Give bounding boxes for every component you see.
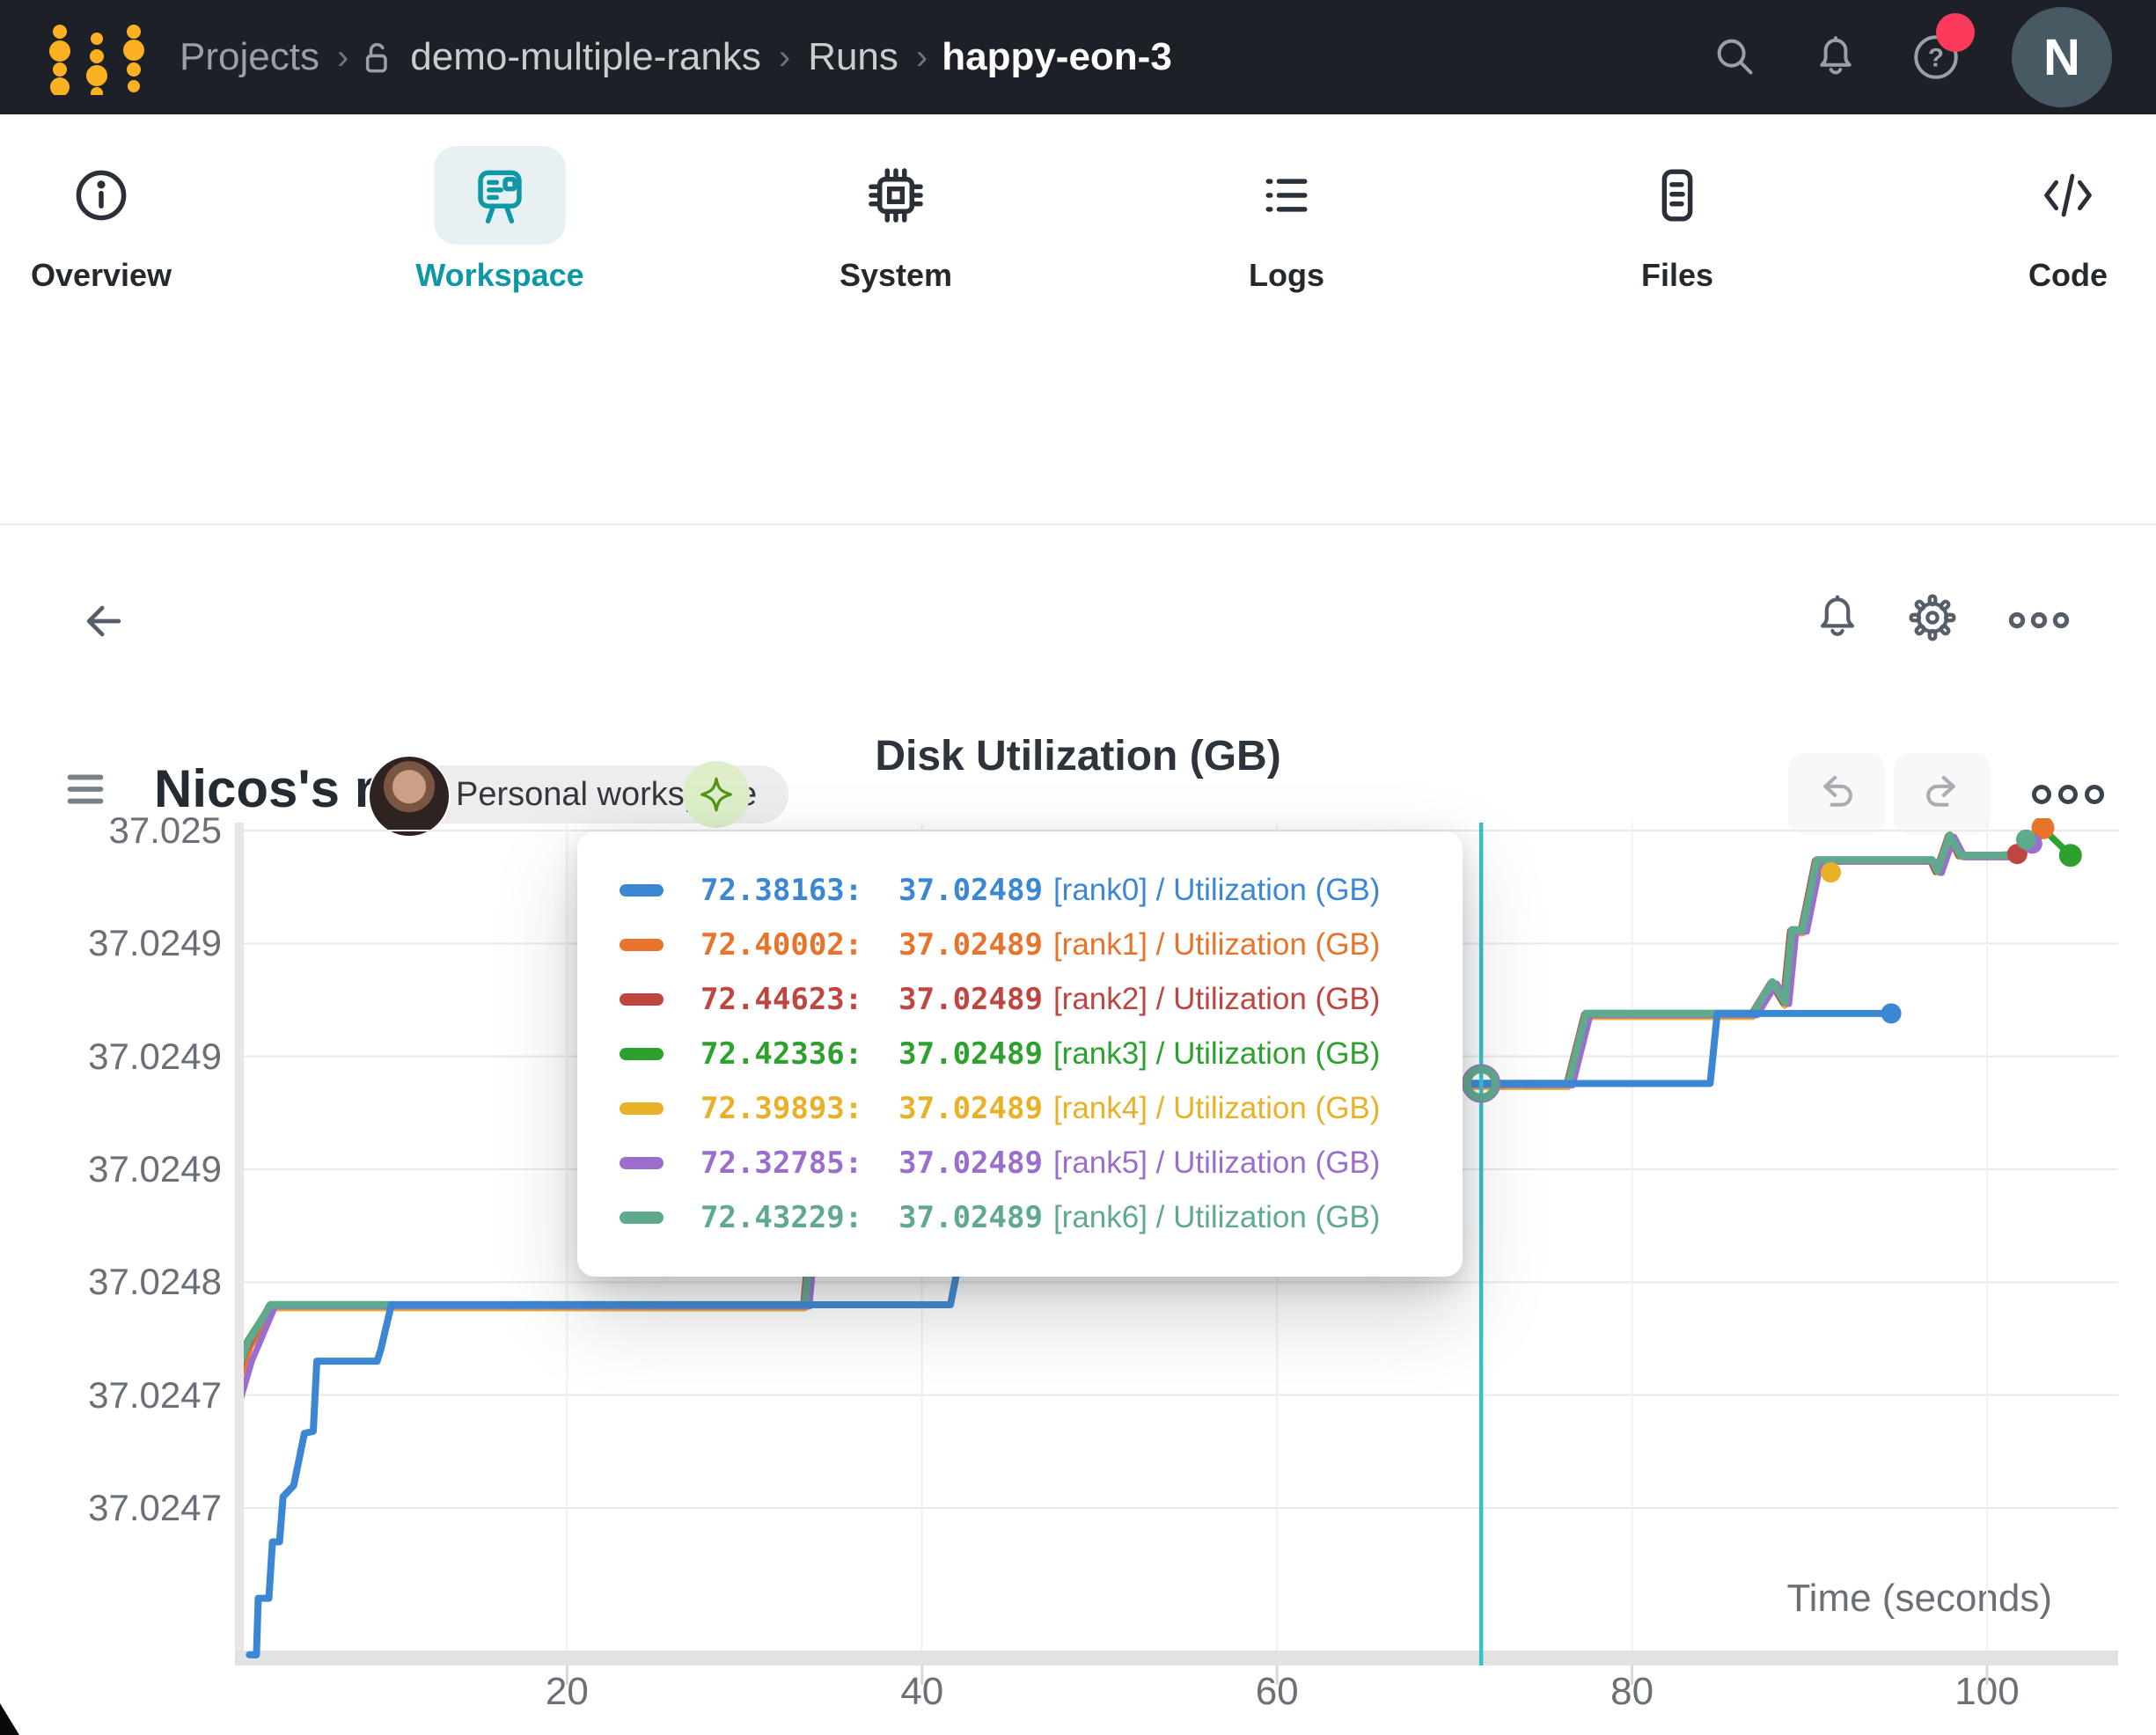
series-swatch-icon (620, 939, 664, 951)
tooltip-row: 72.42336: 37.02489 [rank3] / Utilization … (577, 1027, 1463, 1081)
end-dot-rank0 (1881, 1003, 1902, 1023)
series-swatch-icon (620, 1102, 664, 1115)
app-window: Projects › demo-multiple-ranks › Runs › … (0, 0, 2156, 1735)
x-tick-mark (1276, 1665, 1279, 1685)
tooltip-values: 72.39893: 37.02489 (700, 1091, 1043, 1126)
y-axis-line (235, 823, 244, 1665)
chart-tooltip: 72.38163: 37.02489 [rank0] / Utilization … (577, 831, 1463, 1277)
series-swatch-icon (620, 993, 664, 1006)
x-tick-mark (1986, 1665, 1989, 1685)
end-dot-rank4 (1821, 862, 1841, 882)
tooltip-values: 72.40002: 37.02489 (700, 927, 1043, 963)
x-tick-mark (566, 1665, 568, 1685)
tooltip-row: 72.44623: 37.02489 [rank2] / Utilization … (577, 972, 1463, 1027)
tooltip-series-label: [rank5] / Utilization (GB) (1053, 1146, 1381, 1181)
tooltip-series-label: [rank6] / Utilization (GB) (1053, 1200, 1381, 1235)
tooltip-series-label: [rank4] / Utilization (GB) (1053, 1091, 1381, 1126)
tooltip-row: 72.43229: 37.02489 [rank6] / Utilization … (577, 1190, 1463, 1245)
tooltip-row: 72.39893: 37.02489 [rank4] / Utilization … (577, 1081, 1463, 1136)
series-swatch-icon (620, 1048, 664, 1060)
x-axis-line (235, 1651, 2118, 1665)
x-tick-mark (920, 1665, 923, 1685)
x-tick-mark (1631, 1665, 1633, 1685)
end-dot-rank6 (2016, 830, 2036, 850)
tooltip-row: 72.40002: 37.02489 [rank1] / Utilization … (577, 918, 1463, 972)
series-swatch-icon (620, 884, 664, 897)
tooltip-series-label: [rank3] / Utilization (GB) (1053, 1036, 1381, 1072)
tooltip-values: 72.38163: 37.02489 (700, 873, 1043, 908)
series-swatch-icon (620, 1212, 664, 1224)
tooltip-series-label: [rank2] / Utilization (GB) (1053, 982, 1381, 1017)
tooltip-row: 72.32785: 37.02489 [rank5] / Utilization … (577, 1136, 1463, 1190)
tooltip-values: 72.43229: 37.02489 (700, 1200, 1043, 1235)
tooltip-series-label: [rank0] / Utilization (GB) (1053, 873, 1381, 908)
tooltip-values: 72.42336: 37.02489 (700, 1036, 1043, 1072)
tooltip-values: 72.32785: 37.02489 (700, 1146, 1043, 1181)
tooltip-values: 72.44623: 37.02489 (700, 982, 1043, 1017)
end-dot-rank3 (2059, 844, 2082, 867)
tooltip-row: 72.38163: 37.02489 [rank0] / Utilization … (577, 863, 1463, 918)
tooltip-series-label: [rank1] / Utilization (GB) (1053, 927, 1381, 963)
series-swatch-icon (620, 1157, 664, 1169)
